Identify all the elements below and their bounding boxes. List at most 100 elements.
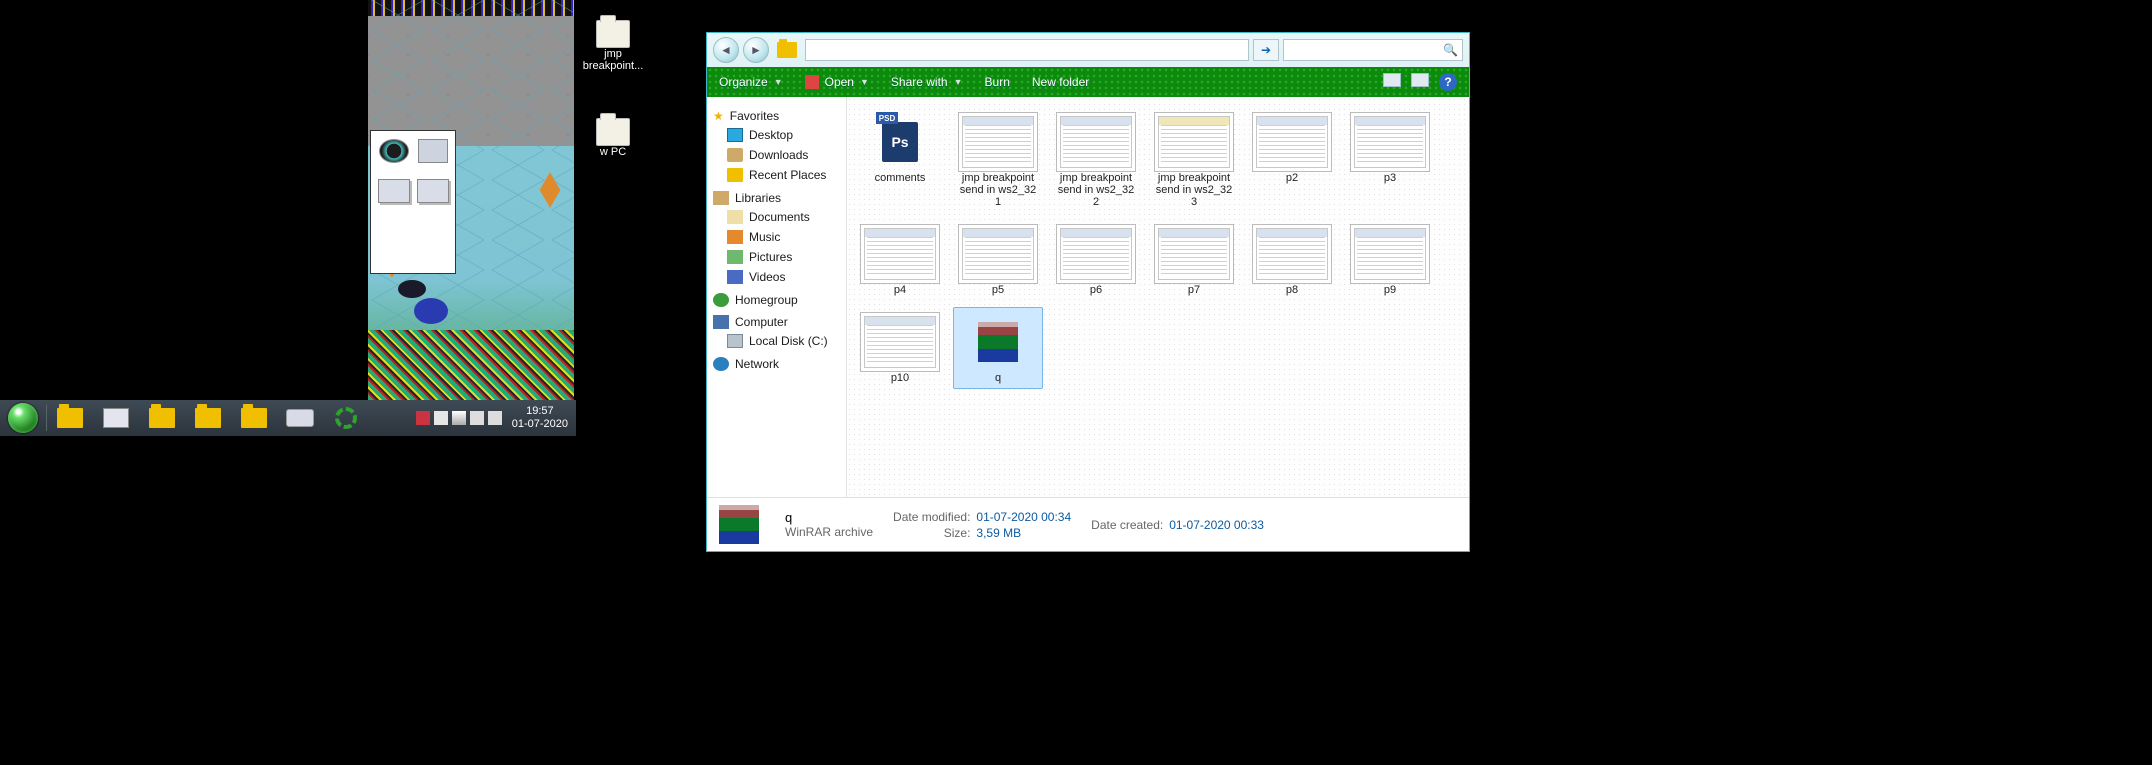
game-control-panel[interactable] xyxy=(370,130,456,274)
toolbar-organize[interactable]: Organize▼ xyxy=(719,75,783,89)
tray-volume-icon[interactable] xyxy=(488,411,502,425)
taskbar-item-folder[interactable] xyxy=(186,403,230,433)
file-item[interactable]: jmp breakpoint send in ws2_32 3 xyxy=(1149,107,1239,213)
file-label: comments xyxy=(875,172,926,184)
libraries-icon xyxy=(713,191,729,205)
downloads-icon xyxy=(727,148,743,162)
sidebar-item-music[interactable]: Music xyxy=(711,227,842,247)
view-button[interactable] xyxy=(1383,73,1401,87)
taskbar-item-scanner[interactable] xyxy=(278,403,322,433)
details-size-label: Size: xyxy=(893,526,970,540)
toolbar-share[interactable]: Share with▼ xyxy=(891,75,963,89)
help-button[interactable]: ? xyxy=(1439,73,1457,91)
sidebar-head-computer[interactable]: Computer xyxy=(711,309,842,331)
sidebar-item-documents[interactable]: Documents xyxy=(711,207,842,227)
device-icon[interactable] xyxy=(378,179,410,203)
file-item[interactable]: p10 xyxy=(855,307,945,389)
game-entity xyxy=(398,280,426,298)
preview-pane-button[interactable] xyxy=(1411,73,1429,87)
toolbar-burn[interactable]: Burn xyxy=(985,75,1010,89)
file-label: jmp breakpoint send in ws2_32 3 xyxy=(1154,172,1234,208)
taskbar-item-folder[interactable] xyxy=(48,403,92,433)
system-tray: 19:57 01-07-2020 xyxy=(408,405,576,430)
pictures-icon xyxy=(727,250,743,264)
file-item[interactable]: p6 xyxy=(1051,219,1141,301)
file-label: q xyxy=(995,372,1001,384)
desktop-icon-label: jmp breakpoint... xyxy=(578,48,648,72)
file-label: p2 xyxy=(1286,172,1298,184)
search-input[interactable]: 🔍 xyxy=(1283,39,1463,61)
thumbnail-icon xyxy=(1350,112,1430,172)
taskbar-item-folder[interactable] xyxy=(140,403,184,433)
sidebar-head-favorites[interactable]: ★Favorites xyxy=(711,103,842,125)
forward-button[interactable]: ► xyxy=(743,37,769,63)
desktop-icon xyxy=(727,128,743,142)
file-item[interactable]: jmp breakpoint send in ws2_32 1 xyxy=(953,107,1043,213)
file-item[interactable]: PSDPscomments xyxy=(855,107,945,213)
thumbnail-icon xyxy=(1154,112,1234,172)
folder-icon xyxy=(596,20,630,48)
tray-icon[interactable] xyxy=(434,411,448,425)
desktop-icon[interactable]: jmp breakpoint... xyxy=(578,20,648,72)
scanner-icon xyxy=(286,409,314,427)
file-item[interactable]: q xyxy=(953,307,1043,389)
taskbar-item[interactable] xyxy=(94,403,138,433)
taskbar-item-gear[interactable] xyxy=(324,403,368,433)
tray-alert-icon[interactable] xyxy=(416,411,430,425)
toolbar-new-folder[interactable]: New folder xyxy=(1032,75,1089,89)
sidebar-head-network[interactable]: Network xyxy=(711,351,842,373)
file-item[interactable]: jmp breakpoint send in ws2_32 2 xyxy=(1051,107,1141,213)
file-item[interactable]: p8 xyxy=(1247,219,1337,301)
sidebar-head-libraries[interactable]: Libraries xyxy=(711,185,842,207)
taskbar-item-folder[interactable] xyxy=(232,403,276,433)
explorer-nav-bar: ◄ ► ➔ 🔍 xyxy=(707,33,1469,67)
taskbar: 19:57 01-07-2020 xyxy=(0,400,576,436)
sidebar-item-localdisk[interactable]: Local Disk (C:) xyxy=(711,331,842,351)
gear-icon xyxy=(335,407,357,429)
sidebar-item-pictures[interactable]: Pictures xyxy=(711,247,842,267)
sidebar-head-homegroup[interactable]: Homegroup xyxy=(711,287,842,309)
file-item[interactable]: p2 xyxy=(1247,107,1337,213)
file-item[interactable]: p9 xyxy=(1345,219,1435,301)
game-entity xyxy=(414,298,448,324)
globe-icon[interactable] xyxy=(379,139,409,163)
screen-icon[interactable] xyxy=(418,139,448,163)
back-button[interactable]: ◄ xyxy=(713,37,739,63)
file-label: p4 xyxy=(894,284,906,296)
go-button[interactable]: ➔ xyxy=(1253,39,1279,61)
sidebar-item-videos[interactable]: Videos xyxy=(711,267,842,287)
address-bar[interactable] xyxy=(805,39,1249,61)
file-item[interactable]: p7 xyxy=(1149,219,1239,301)
explorer-window: ◄ ► ➔ 🔍 Organize▼ Open▼ Share with▼ Burn… xyxy=(706,32,1470,552)
tray-network-icon[interactable] xyxy=(452,411,466,425)
file-item[interactable]: p3 xyxy=(1345,107,1435,213)
thumbnail-icon xyxy=(958,224,1038,284)
open-icon xyxy=(805,75,819,89)
details-size-value: 3,59 MB xyxy=(976,526,1071,540)
disk-icon xyxy=(727,334,743,348)
file-item[interactable]: p4 xyxy=(855,219,945,301)
homegroup-icon xyxy=(713,293,729,307)
sidebar-item-desktop[interactable]: Desktop xyxy=(711,125,842,145)
desktop-icon[interactable]: w PC xyxy=(578,118,648,158)
file-pane[interactable]: PSDPscomments jmp breakpoint send in ws2_… xyxy=(847,97,1469,497)
file-item[interactable]: p5 xyxy=(953,219,1043,301)
start-button[interactable] xyxy=(0,400,46,436)
explorer-sidebar: ★Favorites Desktop Downloads Recent Plac… xyxy=(707,97,847,497)
folder-icon xyxy=(149,408,175,428)
music-icon xyxy=(727,230,743,244)
device-icon[interactable] xyxy=(417,179,449,203)
details-icon xyxy=(719,505,765,545)
details-created-value: 01-07-2020 00:33 xyxy=(1169,518,1264,532)
taskbar-clock[interactable]: 19:57 01-07-2020 xyxy=(512,405,568,430)
thumbnail-icon xyxy=(860,312,940,372)
explorer-toolbar: Organize▼ Open▼ Share with▼ Burn New fol… xyxy=(707,67,1469,97)
recent-icon xyxy=(727,168,743,182)
tray-action-center-icon[interactable] xyxy=(470,411,484,425)
file-label: jmp breakpoint send in ws2_32 1 xyxy=(958,172,1038,208)
sidebar-item-recent[interactable]: Recent Places xyxy=(711,165,842,185)
sidebar-item-downloads[interactable]: Downloads xyxy=(711,145,842,165)
toolbar-open[interactable]: Open▼ xyxy=(805,75,869,89)
file-label: p9 xyxy=(1384,284,1396,296)
thumbnail-icon xyxy=(1056,112,1136,172)
